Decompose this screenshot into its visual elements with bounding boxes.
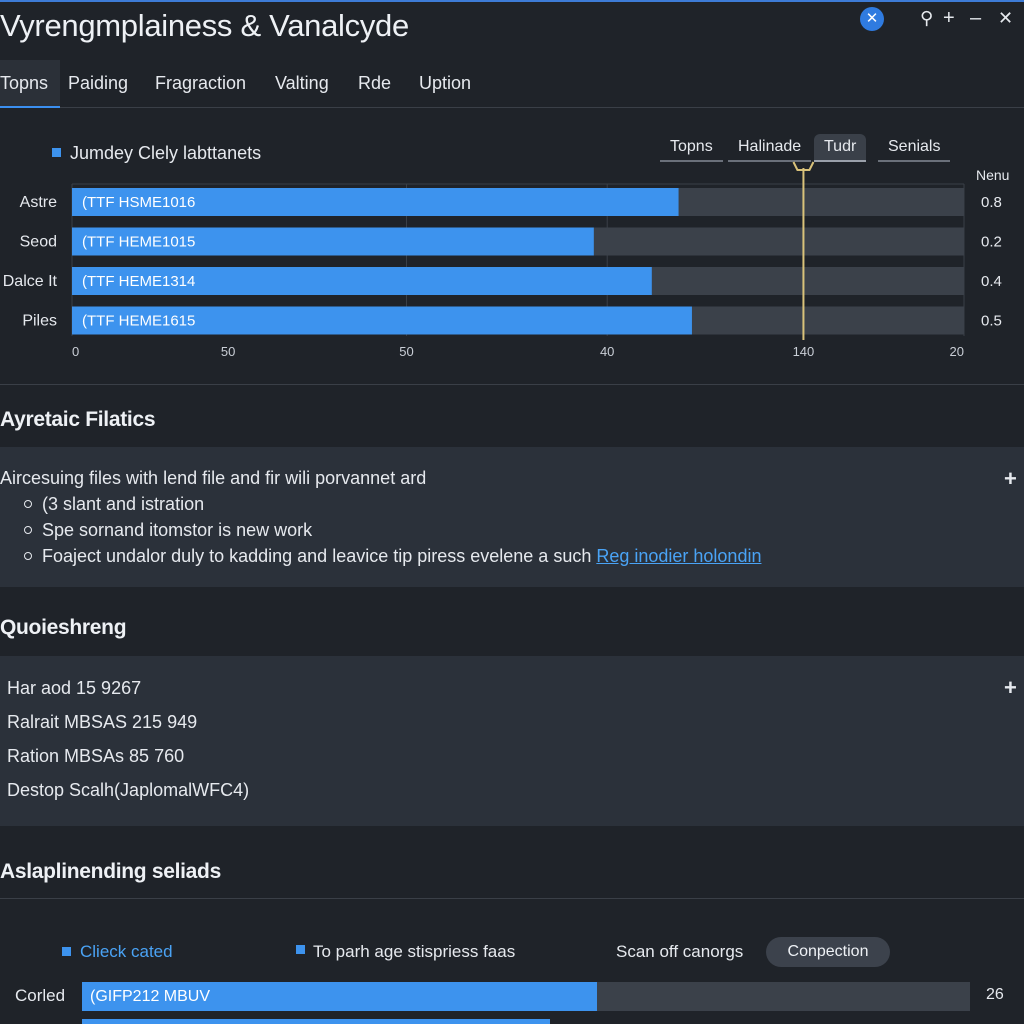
- bottom-bar-track: (GIFP212 MBUV: [82, 982, 970, 1011]
- bullet-text: Foaject undalor duly to kadding and leav…: [42, 546, 597, 566]
- bottom-row-label: Corled: [15, 986, 66, 1005]
- x-tick-label: 20: [950, 344, 964, 359]
- bar-label: (TTF HEME1615: [82, 313, 195, 330]
- bottom-right-value: 26: [986, 986, 1004, 1003]
- filatics-bullet: Spe sornand itomstor is new work: [42, 520, 313, 540]
- category-label: Dalce It: [3, 273, 58, 290]
- bullet-icon: [24, 526, 32, 534]
- legend-swatch: [62, 947, 71, 956]
- filatics-title: Ayretaic Filatics: [0, 408, 156, 431]
- filatics-panel: Aircesuing files with lend file and fir …: [0, 447, 1024, 587]
- x-tick-label: 50: [221, 344, 235, 359]
- bottom-title: Aslaplinending seliads: [0, 860, 221, 883]
- category-label: Seod: [20, 234, 57, 251]
- plus-icon[interactable]: +: [1004, 468, 1017, 490]
- connection-button[interactable]: Conpection: [766, 937, 890, 967]
- right-value-label: 0.4: [981, 273, 1002, 290]
- x-tick-label: 50: [399, 344, 413, 359]
- bullet-link[interactable]: Reg inodier holondin: [596, 546, 761, 566]
- list-item: Ralrait MBSAS 215 949: [7, 712, 198, 732]
- bottom-bar-second: [82, 1019, 550, 1024]
- bullet-icon: [24, 552, 32, 560]
- legend-label: To parh age stispriess faas: [313, 942, 516, 961]
- bullet-icon: [24, 500, 32, 508]
- bottom-bar-label: (GIFP212 MBUV: [90, 988, 211, 1005]
- bar-label: (TTF HEME1015: [82, 234, 195, 251]
- bar-label: (TTF HEME1314: [82, 273, 195, 290]
- legend-swatch: [296, 945, 305, 954]
- x-tick-label: 40: [600, 344, 614, 359]
- quoieshreng-panel: + Har aod 15 9267 Ralrait MBSAS 215 949 …: [0, 656, 1024, 826]
- list-item: Destop Scalh(JaplomalWFC4): [7, 780, 250, 800]
- bar-chart: (TTF HSME1016 Astre 0.8 (TTF HEME1015 Seod 0.…: [3, 161, 1002, 359]
- right-value-label: 0.5: [981, 313, 1002, 330]
- legend-link-clieck-cated[interactable]: Clieck cated: [80, 942, 173, 962]
- scan-label: Scan off canorgs: [616, 942, 744, 961]
- plus-icon[interactable]: +: [1004, 677, 1017, 699]
- bar-label: (TTF HSME1016: [82, 194, 195, 211]
- list-item: Ration MBSAs 85 760: [7, 746, 185, 766]
- section-divider: [0, 898, 1024, 899]
- quoieshreng-title: Quoieshreng: [0, 616, 127, 639]
- filatics-bullet: (3 slant and istration: [42, 494, 205, 514]
- filatics-intro: Aircesuing files with lend file and fir …: [0, 468, 427, 488]
- right-value-label: 0.8: [981, 194, 1002, 211]
- filatics-bullet: Foaject undalor duly to kadding and leav…: [42, 546, 761, 567]
- list-item: Har aod 15 9267: [7, 678, 142, 698]
- x-tick-label: 140: [793, 344, 815, 359]
- section-divider: [0, 384, 1024, 385]
- x-tick-label: 0: [72, 344, 79, 359]
- right-value-label: 0.2: [981, 234, 1002, 251]
- category-label: Piles: [22, 313, 57, 330]
- category-label: Astre: [20, 194, 57, 211]
